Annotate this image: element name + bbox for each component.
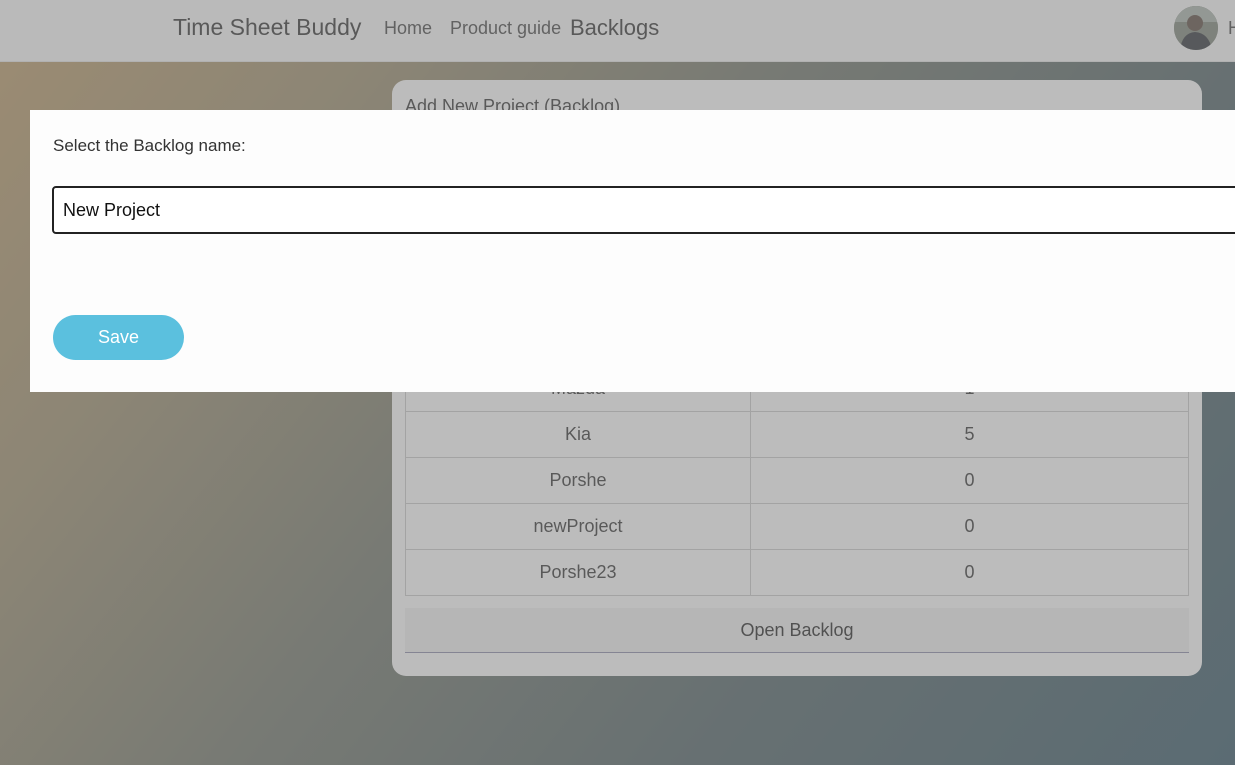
backlog-name-input[interactable] bbox=[52, 186, 1235, 234]
backlog-name-modal: Select the Backlog name: Save bbox=[30, 110, 1235, 392]
backlog-name-label: Select the Backlog name: bbox=[53, 136, 246, 155]
save-button[interactable]: Save bbox=[53, 315, 184, 360]
